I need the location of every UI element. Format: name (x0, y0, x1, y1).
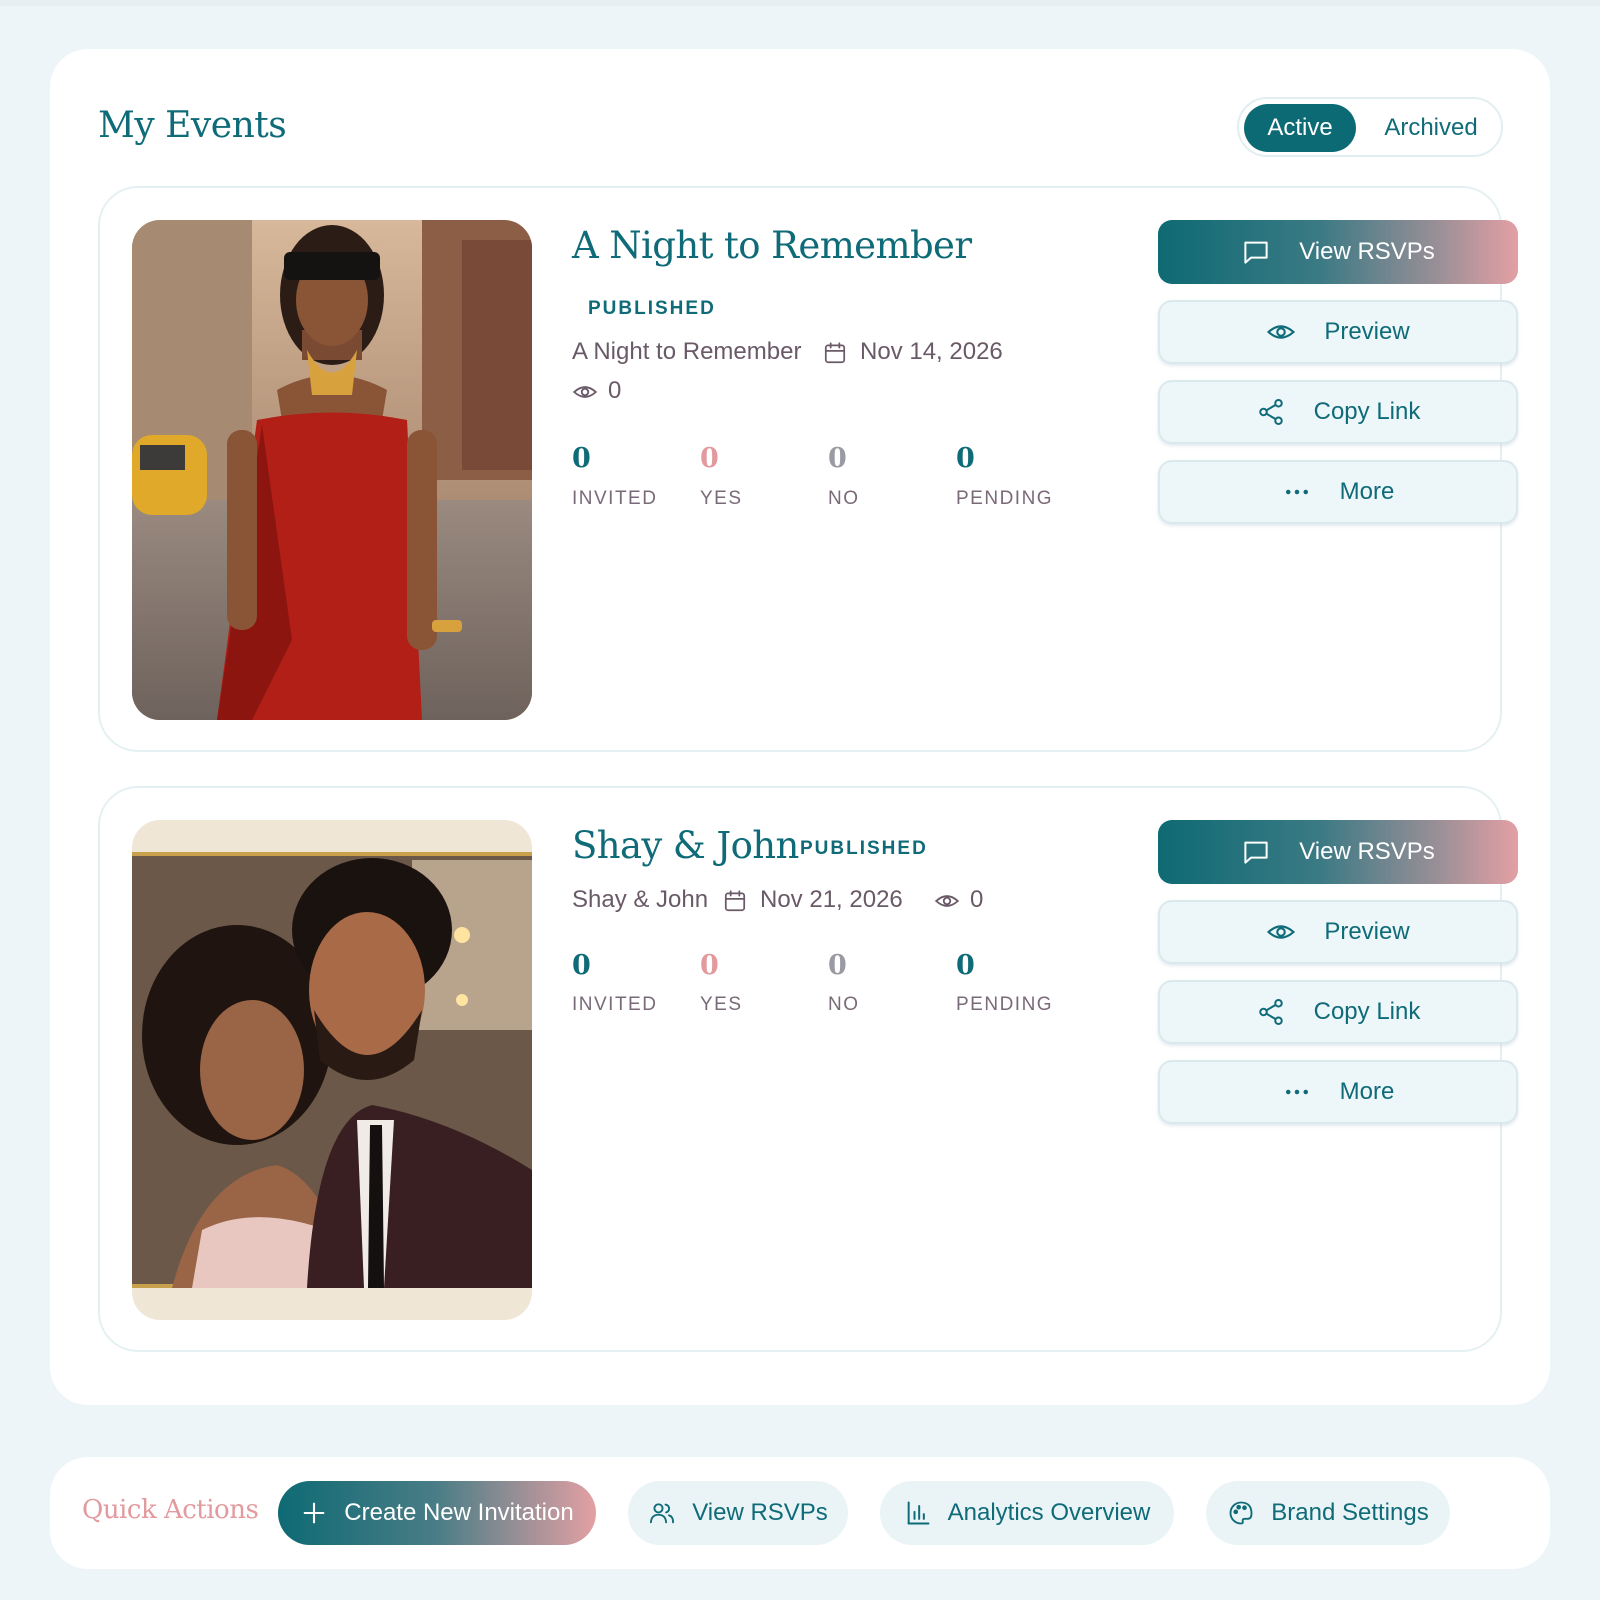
copy-link-button[interactable]: Copy Link (1158, 380, 1518, 444)
ellipsis-icon (1282, 1077, 1312, 1107)
filter-active-button[interactable]: Active (1244, 104, 1356, 152)
status-badge: PUBLISHED (800, 838, 928, 859)
quick-view-rsvps-button[interactable]: View RSVPs (628, 1481, 848, 1545)
eye-icon (934, 888, 960, 914)
analytics-overview-button[interactable]: Analytics Overview (880, 1481, 1174, 1545)
stat-no-value: 0 (828, 950, 847, 981)
event-title[interactable]: Shay & John (572, 824, 799, 867)
stat-yes-value: 0 (700, 443, 719, 474)
stat-invited-value: 0 (572, 443, 591, 474)
eye-icon (1266, 317, 1296, 347)
filter-archived-button[interactable]: Archived (1371, 104, 1491, 152)
stat-pending-label: PENDING (956, 488, 1054, 509)
stat-pending-label: PENDING (956, 994, 1054, 1015)
ellipsis-icon (1282, 477, 1312, 507)
analytics-overview-label: Analytics Overview (947, 1499, 1151, 1526)
message-square-icon (1241, 837, 1271, 867)
event-photo[interactable] (132, 220, 532, 720)
calendar-icon (722, 888, 748, 914)
create-invitation-label: Create New Invitation (344, 1499, 574, 1526)
stat-no-label: NO (828, 488, 860, 509)
page-title: My Events (98, 105, 287, 146)
share-icon (1256, 997, 1286, 1027)
event-date: Nov 21, 2026 (760, 886, 903, 913)
view-rsvps-label: View RSVPs (1299, 238, 1435, 265)
stat-pending-value: 0 (956, 443, 975, 474)
users-icon (648, 1499, 676, 1527)
event-view-count: 0 (608, 377, 622, 404)
event-title[interactable]: A Night to Remember (572, 224, 972, 267)
preview-button[interactable]: Preview (1158, 900, 1518, 964)
stat-invited-value: 0 (572, 950, 591, 981)
stat-invited-label: INVITED (572, 994, 658, 1015)
quick-actions-label: Quick Actions (82, 1495, 259, 1525)
create-invitation-button[interactable]: Create New Invitation (278, 1481, 596, 1545)
event-view-count: 0 (970, 886, 984, 913)
event-subtitle: A Night to Remember (572, 338, 802, 365)
copy-link-label: Copy Link (1313, 998, 1421, 1025)
event-date: Nov 14, 2026 (860, 338, 1003, 365)
plus-icon (300, 1499, 328, 1527)
view-rsvps-button[interactable]: View RSVPs (1158, 820, 1518, 884)
quick-actions-bar: Quick Actions Create New Invitation View… (50, 1457, 1550, 1569)
eye-icon (572, 379, 598, 405)
stat-yes-label: YES (700, 488, 743, 509)
stat-yes-value: 0 (700, 950, 719, 981)
preview-button[interactable]: Preview (1158, 300, 1518, 364)
stat-invited-label: INVITED (572, 488, 658, 509)
bar-chart-icon (904, 1499, 932, 1527)
message-square-icon (1241, 237, 1271, 267)
status-badge: PUBLISHED (588, 298, 716, 319)
view-rsvps-button[interactable]: View RSVPs (1158, 220, 1518, 284)
more-label: More (1339, 1078, 1395, 1105)
eye-icon (1266, 917, 1296, 947)
stat-yes-label: YES (700, 994, 743, 1015)
view-rsvps-label: View RSVPs (1299, 838, 1435, 865)
quick-view-rsvps-label: View RSVPs (692, 1499, 828, 1526)
share-icon (1256, 397, 1286, 427)
preview-label: Preview (1324, 918, 1410, 945)
stat-no-label: NO (828, 994, 860, 1015)
events-panel: My Events Active Archived A Night to Rem… (50, 49, 1550, 1405)
event-photo[interactable] (132, 820, 532, 1320)
event-filter-toggle: Active Archived (1237, 97, 1503, 157)
copy-link-label: Copy Link (1313, 398, 1421, 425)
stat-pending-value: 0 (956, 950, 975, 981)
event-card: Shay & John PUBLISHED Shay & John Nov 21… (98, 786, 1518, 1352)
more-button[interactable]: More (1158, 1060, 1518, 1124)
event-photo-image (132, 820, 532, 1320)
palette-icon (1227, 1499, 1255, 1527)
event-photo-image (132, 220, 532, 720)
more-label: More (1339, 478, 1395, 505)
more-button[interactable]: More (1158, 460, 1518, 524)
event-card: A Night to Remember PUBLISHED A Night to… (98, 186, 1518, 752)
brand-settings-label: Brand Settings (1271, 1499, 1429, 1526)
event-subtitle: Shay & John (572, 886, 709, 913)
brand-settings-button[interactable]: Brand Settings (1206, 1481, 1450, 1545)
preview-label: Preview (1324, 318, 1410, 345)
calendar-icon (822, 340, 848, 366)
stat-no-value: 0 (828, 443, 847, 474)
top-strip (0, 0, 1600, 6)
copy-link-button[interactable]: Copy Link (1158, 980, 1518, 1044)
